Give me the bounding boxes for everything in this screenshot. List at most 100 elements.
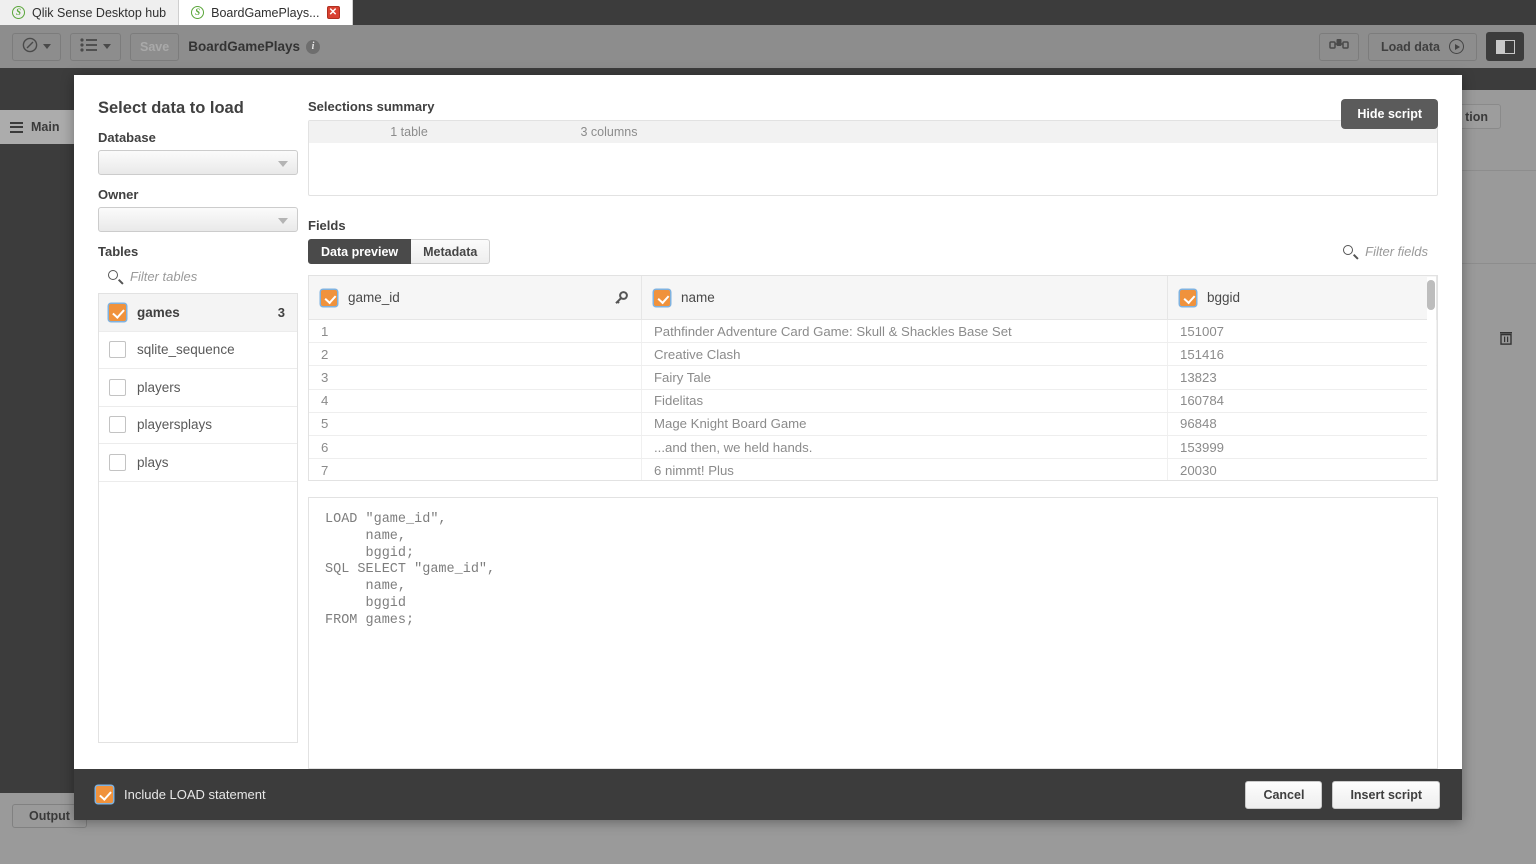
- column-header-name[interactable]: name: [642, 276, 1168, 319]
- generated-script: LOAD "game_id", name, bggid; SQL SELECT …: [308, 497, 1438, 769]
- column-checkbox[interactable]: [654, 289, 670, 306]
- preview-scrollbar[interactable]: [1427, 277, 1436, 480]
- info-icon[interactable]: i: [306, 39, 321, 54]
- cell-name: Mage Knight Board Game: [642, 412, 1168, 435]
- table-row-games[interactable]: games 3: [99, 294, 297, 332]
- sidebar-item-main[interactable]: Main: [0, 110, 78, 144]
- cell-name: Fidelitas: [642, 389, 1168, 412]
- fields-label: Fields: [308, 218, 346, 233]
- preview-scrollbar-thumb[interactable]: [1427, 280, 1435, 310]
- load-data-button[interactable]: Load data: [1367, 32, 1477, 61]
- table-row: 6 ...and then, we held hands. 153999: [309, 435, 1437, 460]
- script-sections-sidebar: Main: [0, 68, 78, 793]
- selections-summary-header: 1 table 3 columns: [309, 121, 1437, 143]
- play-icon: [1449, 39, 1464, 54]
- table-row: 3 Fairy Tale 13823: [309, 366, 1437, 390]
- cell-bggid: 20030: [1168, 459, 1437, 480]
- tables-label: Tables: [98, 244, 139, 259]
- table-row: 1 Pathfinder Adventure Card Game: Skull …: [309, 320, 1437, 344]
- dialog-left-column: Select data to load Database Owner Table…: [98, 99, 298, 769]
- cell-game-id: 3: [309, 366, 642, 389]
- table-checkbox[interactable]: [109, 416, 126, 434]
- cell-name: Pathfinder Adventure Card Game: Skull & …: [642, 320, 1168, 343]
- cell-game-id: 4: [309, 389, 642, 412]
- table-row-sqlite-sequence[interactable]: sqlite_sequence: [99, 332, 297, 369]
- compass-icon: [22, 37, 38, 56]
- table-row-playersplays[interactable]: playersplays: [99, 407, 297, 444]
- column-header-bggid[interactable]: bggid: [1168, 276, 1437, 319]
- key-icon: [613, 290, 629, 306]
- dialog-body: Hide script Select data to load Database…: [74, 75, 1462, 769]
- filter-tables-placeholder: Filter tables: [130, 269, 198, 284]
- dialog-right-column: Selections summary 1 table 3 columns Fie…: [308, 99, 1438, 769]
- qlik-logo-icon: S: [12, 6, 25, 19]
- load-data-label: Load data: [1380, 39, 1440, 54]
- include-load-statement-row[interactable]: Include LOAD statement: [96, 786, 266, 803]
- save-button[interactable]: Save: [130, 32, 180, 61]
- data-preview-table: game_id name bggid 1 Pathfinder Adventur…: [308, 275, 1438, 481]
- browser-tab-hub[interactable]: S Qlik Sense Desktop hub: [0, 0, 180, 25]
- hide-script-button[interactable]: Hide script: [1341, 99, 1438, 129]
- table-checkbox[interactable]: [109, 341, 126, 359]
- column-checkbox[interactable]: [321, 289, 337, 306]
- database-select[interactable]: [98, 150, 298, 175]
- data-model-viewer-button[interactable]: [1318, 32, 1359, 61]
- table-row-plays[interactable]: plays: [99, 444, 297, 482]
- filter-tables-input[interactable]: Filter tables: [98, 269, 298, 285]
- close-icon[interactable]: ✕: [326, 6, 340, 19]
- save-label: Save: [140, 39, 170, 54]
- table-name: sqlite_sequence: [137, 342, 235, 358]
- cell-game-id: 7: [309, 459, 642, 480]
- cell-bggid: 153999: [1168, 435, 1437, 459]
- cell-name: ...and then, we held hands.: [642, 435, 1168, 459]
- cancel-button[interactable]: Cancel: [1245, 780, 1323, 809]
- summary-column-count: 3 columns: [580, 125, 638, 139]
- cell-game-id: 5: [309, 412, 642, 435]
- chevron-down-icon: [103, 44, 111, 49]
- table-checkbox[interactable]: [109, 303, 126, 321]
- list-icon: [80, 38, 98, 55]
- owner-label: Owner: [98, 187, 139, 202]
- navigation-menu-button[interactable]: [12, 32, 61, 61]
- browser-tab-strip: S Qlik Sense Desktop hub S BoardGamePlay…: [0, 0, 1536, 25]
- column-name: name: [681, 290, 715, 305]
- owner-select[interactable]: [98, 207, 298, 232]
- column-checkbox[interactable]: [1180, 289, 1196, 306]
- cell-name: Creative Clash: [642, 343, 1168, 366]
- toolbar-right-group: Load data: [1318, 32, 1524, 61]
- fields-toolbar: Data preview Metadata Filter fields: [308, 239, 1438, 264]
- cell-game-id: 2: [309, 343, 642, 366]
- cell-bggid: 13823: [1168, 366, 1437, 389]
- browser-tab-title: Qlik Sense Desktop hub: [32, 5, 167, 20]
- table-name: playersplays: [137, 417, 213, 433]
- column-header-game-id[interactable]: game_id: [309, 276, 642, 319]
- filter-fields-input[interactable]: Filter fields: [1343, 244, 1438, 260]
- qlik-logo-icon: S: [191, 6, 205, 19]
- cell-bggid: 96848: [1168, 412, 1437, 435]
- selections-summary-label: Selections summary: [308, 99, 435, 114]
- sheet-list-button[interactable]: [70, 32, 121, 61]
- table-checkbox[interactable]: [109, 378, 126, 396]
- filter-fields-placeholder: Filter fields: [1365, 244, 1428, 259]
- tab-data-preview[interactable]: Data preview: [308, 239, 412, 264]
- trash-icon[interactable]: [1498, 330, 1514, 346]
- right-panel-icon: [1495, 39, 1515, 54]
- cell-bggid: 151007: [1168, 320, 1437, 343]
- table-checkbox[interactable]: [109, 453, 126, 471]
- browser-tab-app[interactable]: S BoardGamePlays... ✕: [179, 0, 353, 25]
- toggle-right-panel-button[interactable]: [1486, 32, 1524, 61]
- fields-tab-group: Data preview Metadata: [308, 239, 491, 264]
- table-row-players[interactable]: players: [99, 369, 297, 407]
- summary-table-count: 1 table: [390, 125, 428, 139]
- sidebar-item-label: Main: [31, 120, 60, 134]
- cell-game-id: 6: [309, 435, 642, 459]
- select-data-dialog: Hide script Select data to load Database…: [74, 75, 1462, 820]
- app-title-text: BoardGamePlays: [188, 39, 301, 54]
- tab-metadata[interactable]: Metadata: [411, 239, 491, 264]
- cell-name: 6 nimmt! Plus: [642, 459, 1168, 480]
- insert-script-button[interactable]: Insert script: [1332, 780, 1440, 809]
- table-field-count: 3: [277, 304, 285, 320]
- include-load-label: Include LOAD statement: [124, 787, 266, 802]
- drag-handle-icon: [10, 121, 23, 133]
- include-load-checkbox[interactable]: [96, 786, 113, 803]
